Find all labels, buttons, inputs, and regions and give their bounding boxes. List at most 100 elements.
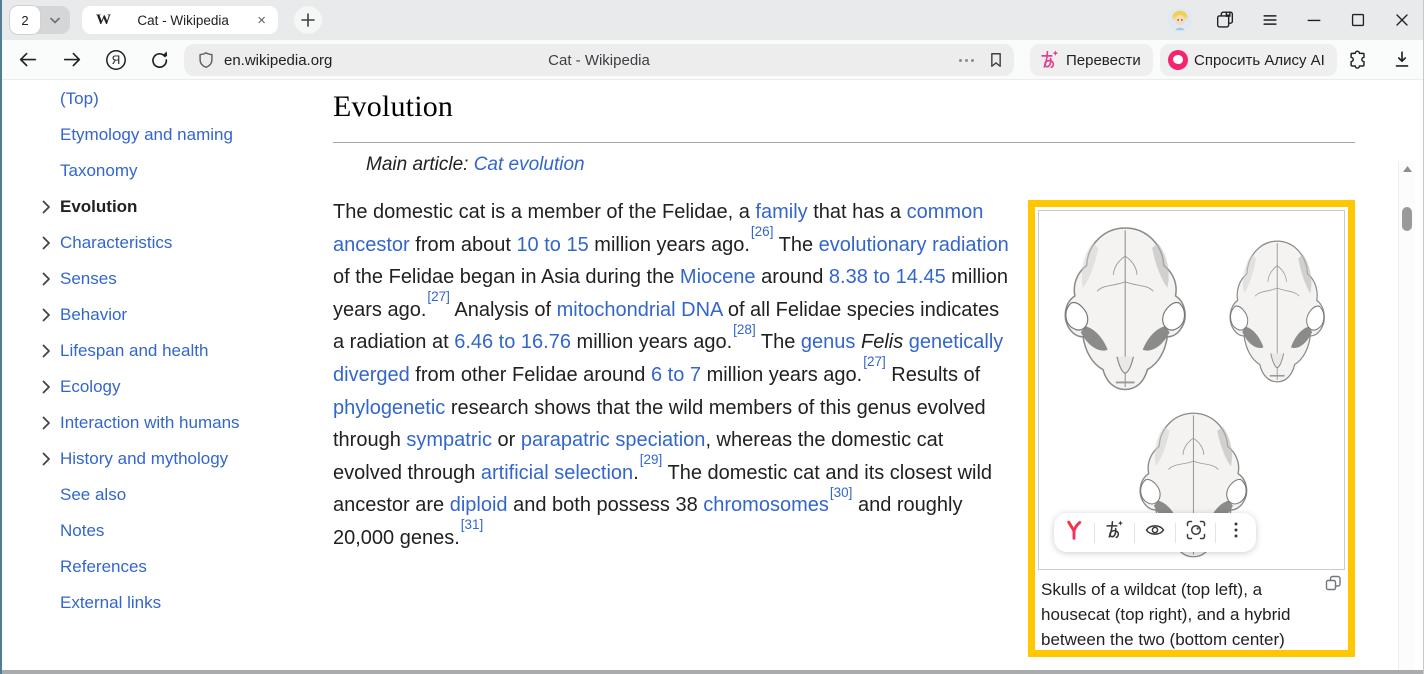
tab-cat-wikipedia[interactable]: W Cat - Wikipedia × <box>82 6 278 34</box>
browser-window: 2 W Cat - Wikipedia × <box>0 0 1424 674</box>
new-tab-button[interactable] <box>294 6 322 34</box>
image-search-icon[interactable] <box>1185 519 1207 546</box>
reference-link[interactable]: [27] <box>427 289 450 304</box>
chevron-right-icon[interactable] <box>42 524 60 538</box>
reference-link[interactable]: [31] <box>461 517 484 532</box>
chevron-right-icon[interactable] <box>42 416 60 430</box>
sidebar-item-lifespan-and-health[interactable]: Lifespan and health <box>42 333 312 369</box>
wiki-link[interactable]: 6.46 to 16.76 <box>454 331 571 353</box>
scrollbar-thumb[interactable] <box>1402 207 1412 231</box>
minimize-button[interactable] <box>1302 8 1326 32</box>
refresh-icon[interactable] <box>147 48 171 72</box>
chevron-right-icon[interactable] <box>42 596 60 610</box>
shield-icon[interactable] <box>196 50 216 70</box>
reference-link[interactable]: [29] <box>640 452 663 467</box>
sidebar-item-characteristics[interactable]: Characteristics <box>42 225 312 261</box>
extensions-icon[interactable] <box>1346 48 1370 72</box>
chevron-right-icon[interactable] <box>42 236 60 250</box>
wiki-link[interactable]: 6 to 7 <box>651 364 701 386</box>
hatnote: Main article: Cat evolution <box>366 154 585 176</box>
avatar[interactable] <box>1168 8 1192 32</box>
wiki-link[interactable]: Miocene <box>680 266 756 288</box>
side-panels-icon[interactable] <box>1213 8 1237 32</box>
wiki-link[interactable]: mitochondrial DNA <box>557 299 723 321</box>
overflow-dots-icon[interactable] <box>959 59 974 62</box>
translate-icon[interactable] <box>1103 519 1125 546</box>
chevron-right-icon[interactable] <box>42 560 60 574</box>
tab-count-badge[interactable]: 2 <box>10 6 40 34</box>
chevron-right-icon[interactable] <box>42 164 60 178</box>
sidebar-item-etymology-and-naming[interactable]: Etymology and naming <box>42 117 312 153</box>
tab-strip: 2 W Cat - Wikipedia × <box>2 0 1423 40</box>
chevron-right-icon[interactable] <box>42 488 60 502</box>
close-button[interactable] <box>1390 8 1414 32</box>
tab-count-group[interactable]: 2 <box>10 6 70 34</box>
chevron-right-icon[interactable] <box>42 128 60 142</box>
maximize-button[interactable] <box>1346 8 1370 32</box>
chevron-right-icon[interactable] <box>42 308 60 322</box>
wiki-link[interactable]: 10 to 15 <box>516 234 588 256</box>
wiki-link[interactable]: phylogenetic <box>333 397 445 419</box>
sidebar-item-see-also[interactable]: See also <box>42 477 312 513</box>
address-bar[interactable]: en.wikipedia.org Cat - Wikipedia <box>184 44 1014 76</box>
sidebar-item-external-links[interactable]: External links <box>42 585 312 621</box>
wiki-link[interactable]: parapatric speciation <box>521 429 706 451</box>
ask-alice-button[interactable]: Спросить Алису AI <box>1160 44 1337 76</box>
sidebar-item-behavior[interactable]: Behavior <box>42 297 312 333</box>
url-text[interactable]: en.wikipedia.org <box>224 52 332 69</box>
forward-button[interactable] <box>60 48 84 72</box>
sidebar-item-taxonomy[interactable]: Taxonomy <box>42 153 312 189</box>
back-button[interactable] <box>16 48 40 72</box>
sidebar-item-top[interactable]: (Top) <box>42 81 312 117</box>
sidebar-item-label: (Top) <box>60 89 99 109</box>
sidebar-item-evolution[interactable]: Evolution <box>42 189 312 225</box>
sidebar-item-references[interactable]: References <box>42 549 312 585</box>
hatnote-link[interactable]: Cat evolution <box>474 154 585 175</box>
sidebar-item-notes[interactable]: Notes <box>42 513 312 549</box>
wiki-link[interactable]: 8.38 to 14.45 <box>829 266 946 288</box>
bookmark-icon[interactable] <box>986 50 1006 70</box>
evolution-paragraph: The domestic cat is a member of the Feli… <box>333 196 1009 555</box>
yandex-ya-icon[interactable]: Я <box>104 48 128 72</box>
reference-link[interactable]: [30] <box>830 485 853 500</box>
enlarge-icon[interactable] <box>1325 575 1342 597</box>
sidebar-item-label: Notes <box>60 521 104 541</box>
chevron-right-icon[interactable] <box>42 344 60 358</box>
vertical-scrollbar[interactable] <box>1398 161 1415 674</box>
yandex-logo-icon[interactable] <box>1063 519 1085 546</box>
chevron-right-icon[interactable] <box>42 272 60 286</box>
chevron-right-icon[interactable] <box>42 92 60 106</box>
body-text: The <box>773 234 818 256</box>
wiki-link[interactable]: evolutionary radiation <box>819 234 1009 256</box>
wiki-link[interactable]: artificial selection <box>481 462 633 484</box>
menu-icon[interactable] <box>1258 8 1282 32</box>
sidebar-item-interaction-with-humans[interactable]: Interaction with humans <box>42 405 312 441</box>
chevron-right-icon[interactable] <box>42 200 60 214</box>
body-text: and both possess 38 <box>508 494 704 516</box>
alice-icon <box>1168 50 1188 70</box>
wiki-link[interactable]: sympatric <box>406 429 492 451</box>
kebab-menu-icon[interactable] <box>1225 519 1247 546</box>
translate-button[interactable]: Перевести <box>1030 44 1153 76</box>
eye-icon[interactable] <box>1144 519 1166 546</box>
sidebar-item-history-and-mythology[interactable]: History and mythology <box>42 441 312 477</box>
scroll-up-icon[interactable] <box>1402 165 1413 173</box>
wikipedia-favicon: W <box>96 12 111 29</box>
wiki-link[interactable]: chromosomes <box>703 494 829 516</box>
wiki-link[interactable]: family <box>755 201 807 223</box>
wiki-link[interactable]: diploid <box>450 494 508 516</box>
translate-label: Перевести <box>1066 52 1141 69</box>
reference-link[interactable]: [28] <box>733 322 756 337</box>
body-text: million years ago. <box>589 234 750 256</box>
chevron-right-icon[interactable] <box>42 452 60 466</box>
reference-link[interactable]: [27] <box>863 354 886 369</box>
wiki-link[interactable]: genus <box>801 331 856 353</box>
download-icon[interactable] <box>1390 48 1414 72</box>
sidebar-item-label: Senses <box>60 269 117 289</box>
chevron-right-icon[interactable] <box>42 380 60 394</box>
reference-link[interactable]: [26] <box>751 224 774 239</box>
body-text: million years ago. <box>701 364 862 386</box>
tab-close-icon[interactable]: × <box>255 11 268 30</box>
sidebar-item-senses[interactable]: Senses <box>42 261 312 297</box>
sidebar-item-ecology[interactable]: Ecology <box>42 369 312 405</box>
